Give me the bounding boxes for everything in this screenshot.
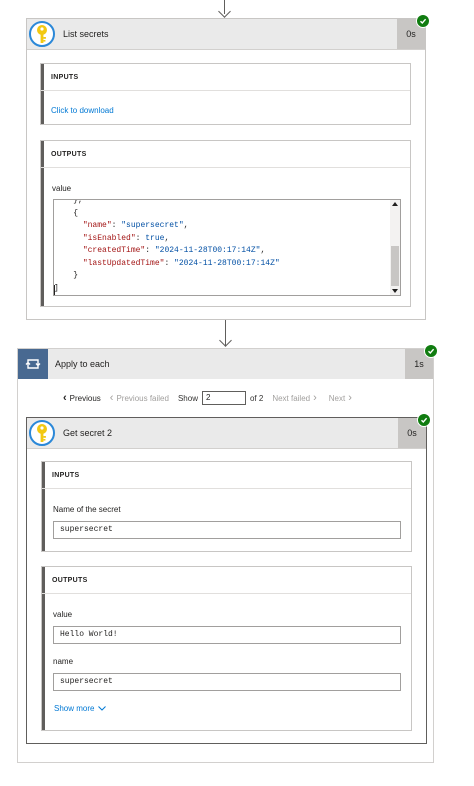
get-secret-card[interactable]: Get secret 2 0s INPUTS Name of the secre… <box>26 413 431 744</box>
loop-icon <box>18 349 48 379</box>
value-field: Hello World! <box>53 626 401 644</box>
success-check-icon <box>417 413 431 427</box>
show-more-link[interactable]: Show more <box>54 704 107 713</box>
scroll-thumb[interactable] <box>391 246 399 286</box>
json-line: { <box>73 208 79 218</box>
next-failed-button[interactable]: Next failed › <box>272 392 316 404</box>
name-field: supersecret <box>53 673 401 691</box>
outputs-heading: OUTPUTS <box>41 141 410 168</box>
list-secrets-title: List secrets <box>63 29 109 39</box>
list-secrets-card[interactable]: List secrets 0s INPUTS Click to download… <box>26 14 430 320</box>
list-secrets-inputs-panel: INPUTS Click to download <box>40 63 411 125</box>
value-label: value <box>53 610 73 619</box>
previous-failed-label: Previous failed <box>116 393 169 403</box>
chevron-left-icon: ‹ <box>109 392 114 404</box>
next-label: Next <box>328 393 346 403</box>
show-label: Show <box>177 393 198 403</box>
of-label: of 2 <box>249 393 264 403</box>
text-cursor <box>54 284 55 295</box>
json-line: "lastUpdatedTime": "2024-11-28T00:17:14Z… <box>82 258 280 268</box>
previous-label: Previous <box>69 393 101 403</box>
json-line: "isEnabled": true, <box>82 233 170 243</box>
outputs-heading: OUTPUTS <box>42 567 411 594</box>
chevron-down-icon <box>98 706 107 711</box>
scroll-up-icon[interactable] <box>392 202 398 206</box>
next-failed-label: Next failed <box>272 393 311 403</box>
key-vault-icon <box>29 21 55 47</box>
json-line: } <box>73 271 79 280</box>
value-label: value <box>52 184 72 193</box>
json-scrollbar[interactable] <box>390 200 400 295</box>
connector-arrow-top <box>218 5 231 18</box>
success-check-icon <box>424 344 438 358</box>
json-line: "name": "supersecret", <box>82 221 189 230</box>
json-line: }, <box>73 199 83 205</box>
get-secret-inputs-panel: INPUTS Name of the secret supersecret <box>41 461 412 552</box>
inputs-heading: INPUTS <box>42 462 411 489</box>
chevron-right-icon: › <box>348 392 352 404</box>
inputs-heading: INPUTS <box>41 64 410 91</box>
apply-to-each-container[interactable]: Apply to each 1s ‹ Previous ‹ Previous f… <box>17 344 438 763</box>
list-secrets-header[interactable]: List secrets 0s <box>27 19 425 50</box>
chevron-left-icon: ‹ <box>63 392 67 404</box>
scroll-down-icon[interactable] <box>392 289 398 293</box>
get-secret-outputs-panel: OUTPUTS value Hello World! name supersec… <box>41 566 412 731</box>
list-secrets-outputs-panel: OUTPUTS value }, { "name": "supersecret"… <box>40 140 411 307</box>
apply-to-each-header[interactable]: Apply to each 1s <box>18 349 433 379</box>
apply-to-each-title: Apply to each <box>55 359 110 369</box>
previous-button[interactable]: ‹ Previous <box>63 392 101 404</box>
show-more-label: Show more <box>54 704 95 713</box>
click-to-download-link[interactable]: Click to download <box>51 106 114 115</box>
get-secret-header[interactable]: Get secret 2 0s <box>27 418 426 449</box>
key-vault-icon <box>29 420 55 446</box>
success-check-icon <box>416 14 430 28</box>
connector-arrow-middle <box>219 334 232 347</box>
next-button[interactable]: Next › <box>329 392 352 404</box>
get-secret-title: Get secret 2 <box>63 428 113 438</box>
previous-failed-button[interactable]: ‹ Previous failed <box>110 392 169 404</box>
secret-name-field: supersecret <box>53 521 401 539</box>
secret-name-label: Name of the secret <box>53 505 121 514</box>
iteration-pager: ‹ Previous ‹ Previous failed Show 2 of 2… <box>63 390 352 406</box>
chevron-right-icon: › <box>313 392 317 404</box>
iteration-input[interactable]: 2 <box>201 391 246 405</box>
json-line: "createdTime": "2024-11-28T00:17:14Z", <box>82 246 266 255</box>
json-output-viewer[interactable]: }, { "name": "supersecret", "isEnabled":… <box>53 199 401 296</box>
name-label: name <box>53 657 74 666</box>
